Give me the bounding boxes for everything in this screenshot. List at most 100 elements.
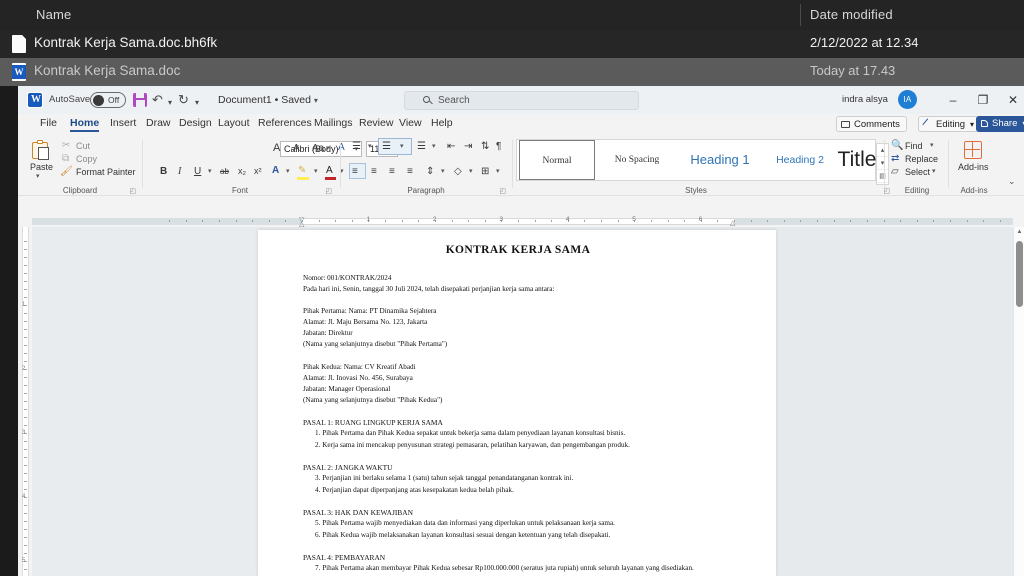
- line-spacing-icon[interactable]: ⇕: [426, 166, 434, 177]
- bullet-list-icon[interactable]: ☰: [352, 141, 361, 152]
- multilevel-list-chevron-icon[interactable]: ▾: [432, 142, 436, 150]
- avatar[interactable]: IA: [898, 90, 917, 109]
- collapse-ribbon-icon[interactable]: ⌄: [1008, 176, 1016, 187]
- bullet-list-chevron-icon[interactable]: ▾: [368, 142, 372, 150]
- strikethrough-icon[interactable]: ab: [220, 167, 229, 176]
- clipboard-dialog-launcher-icon[interactable]: ◰: [129, 187, 136, 195]
- underline-chevron-icon[interactable]: ▾: [208, 167, 212, 175]
- increase-indent-icon[interactable]: ⇥: [464, 141, 472, 152]
- editing-mode-button[interactable]: Editing ▾: [918, 116, 980, 133]
- find-label[interactable]: Find: [905, 141, 923, 151]
- tab-draw[interactable]: Draw: [146, 117, 171, 129]
- autosave-toggle[interactable]: Off: [90, 92, 126, 108]
- show-formatting-marks-icon[interactable]: ¶: [496, 141, 501, 152]
- file-row-2-selected[interactable]: Kontrak Kerja Sama.doc Today at 17.43: [0, 58, 1024, 86]
- add-ins-icon[interactable]: [964, 141, 982, 159]
- tab-mailings[interactable]: Mailings: [314, 117, 353, 129]
- style-heading-1[interactable]: Heading 1: [679, 140, 761, 180]
- tab-help[interactable]: Help: [431, 117, 453, 129]
- chevron-down-icon[interactable]: ▾: [314, 96, 318, 105]
- justify-icon[interactable]: ≡: [407, 166, 413, 177]
- horizontal-ruler[interactable]: ▽ △ △ 123456: [18, 215, 1024, 228]
- document-text-body[interactable]: KONTRAK KERJA SAMA Nomor: 001/KONTRAK/20…: [303, 244, 733, 575]
- vertical-scrollbar[interactable]: ▲: [1013, 227, 1024, 576]
- numbered-list-icon[interactable]: ☰: [382, 141, 391, 152]
- grow-font-icon[interactable]: A: [273, 142, 280, 154]
- style-heading-2[interactable]: Heading 2: [763, 140, 837, 180]
- paste-chevron-down-icon[interactable]: ▾: [36, 172, 40, 180]
- file-row-1[interactable]: Kontrak Kerja Sama.doc.bh6fk 2/12/2022 a…: [0, 30, 1024, 58]
- highlight-chevron-icon[interactable]: ▾: [314, 167, 318, 175]
- style-normal[interactable]: Normal: [519, 140, 595, 180]
- share-button[interactable]: Share ▾: [976, 116, 1024, 132]
- styles-more-icon[interactable]: ▤: [877, 170, 888, 183]
- save-icon[interactable]: [133, 93, 147, 107]
- change-case-chevron-icon[interactable]: ▾: [326, 144, 330, 152]
- copy-label[interactable]: Copy: [76, 154, 97, 164]
- bold-icon[interactable]: B: [160, 166, 167, 177]
- tab-layout[interactable]: Layout: [218, 117, 250, 129]
- align-left-icon[interactable]: ≡: [352, 166, 358, 177]
- highlight-icon[interactable]: ✎: [298, 165, 306, 176]
- format-painter-label[interactable]: Format Painter: [76, 167, 136, 177]
- document-page[interactable]: KONTRAK KERJA SAMA Nomor: 001/KONTRAK/20…: [258, 230, 776, 576]
- change-case-icon[interactable]: Aa: [312, 143, 324, 154]
- text-effects-chevron-icon[interactable]: ▾: [286, 167, 290, 175]
- tab-insert[interactable]: Insert: [110, 117, 136, 129]
- tab-references[interactable]: References: [258, 117, 312, 129]
- style-title[interactable]: Title: [837, 140, 877, 180]
- document-title[interactable]: Document1 • Saved ▾: [218, 94, 318, 106]
- undo-icon[interactable]: ↶: [152, 92, 163, 108]
- replace-icon[interactable]: ⇄: [891, 153, 899, 164]
- line-spacing-chevron-icon[interactable]: ▾: [441, 167, 445, 175]
- tab-home[interactable]: Home: [70, 117, 100, 132]
- search-box[interactable]: Search: [404, 91, 639, 110]
- paste-icon[interactable]: [32, 140, 50, 160]
- shrink-font-icon[interactable]: A: [293, 143, 300, 154]
- italic-icon[interactable]: I: [178, 166, 181, 177]
- scroll-up-arrow-icon[interactable]: ▲: [1017, 229, 1023, 235]
- cut-label[interactable]: Cut: [76, 141, 90, 151]
- maximize-button[interactable]: ❐: [969, 88, 997, 112]
- borders-chevron-icon[interactable]: ▾: [496, 167, 500, 175]
- minimize-button[interactable]: –: [939, 88, 967, 112]
- replace-label[interactable]: Replace: [905, 154, 938, 164]
- subscript-icon[interactable]: x₂: [238, 166, 246, 176]
- tab-view[interactable]: View: [399, 117, 422, 129]
- paste-label[interactable]: Paste: [30, 162, 53, 172]
- numbered-list-chevron-icon[interactable]: ▾: [400, 142, 404, 150]
- select-chevron-down-icon[interactable]: ▾: [932, 167, 936, 175]
- scrollbar-thumb[interactable]: [1016, 241, 1023, 307]
- shading-chevron-icon[interactable]: ▾: [469, 167, 473, 175]
- vertical-ruler[interactable]: 1 2 3 4 5: [18, 227, 32, 576]
- style-no-spacing[interactable]: No Spacing: [597, 140, 677, 180]
- select-label[interactable]: Select: [905, 167, 930, 177]
- tab-file[interactable]: File: [40, 117, 57, 129]
- find-chevron-down-icon[interactable]: ▾: [930, 141, 934, 149]
- font-color-icon[interactable]: A: [326, 165, 333, 176]
- comments-button[interactable]: Comments: [836, 116, 907, 132]
- tab-review[interactable]: Review: [359, 117, 393, 129]
- decrease-indent-icon[interactable]: ⇤: [447, 141, 455, 152]
- chevron-down-icon[interactable]: ▾: [970, 117, 974, 133]
- undo-chevron-down-icon[interactable]: ▾: [168, 95, 172, 111]
- add-ins-button-label[interactable]: Add-ins: [958, 162, 989, 172]
- column-header-name[interactable]: Name: [36, 7, 71, 22]
- find-icon[interactable]: 🔍: [891, 140, 903, 151]
- align-right-icon[interactable]: ≡: [389, 166, 395, 177]
- column-header-date-modified[interactable]: Date modified: [810, 7, 893, 22]
- underline-icon[interactable]: U: [194, 166, 201, 177]
- text-effects-icon[interactable]: A: [272, 165, 279, 176]
- quick-access-toolbar-chevron-icon[interactable]: ▾: [195, 95, 199, 111]
- shading-icon[interactable]: ◇: [454, 166, 462, 177]
- styles-scroll-down-icon[interactable]: ▾: [877, 157, 888, 170]
- borders-icon[interactable]: ⊞: [481, 166, 489, 177]
- multilevel-list-icon[interactable]: ☰: [417, 141, 426, 152]
- superscript-icon[interactable]: x²: [254, 166, 262, 176]
- styles-scroll-up-icon[interactable]: ▴: [877, 144, 888, 157]
- redo-icon[interactable]: ↻: [178, 92, 189, 108]
- align-center-icon[interactable]: ≡: [371, 166, 377, 177]
- close-button[interactable]: ✕: [999, 88, 1024, 112]
- paragraph-dialog-launcher-icon[interactable]: ◰: [499, 187, 506, 195]
- select-icon[interactable]: ▱: [891, 166, 899, 177]
